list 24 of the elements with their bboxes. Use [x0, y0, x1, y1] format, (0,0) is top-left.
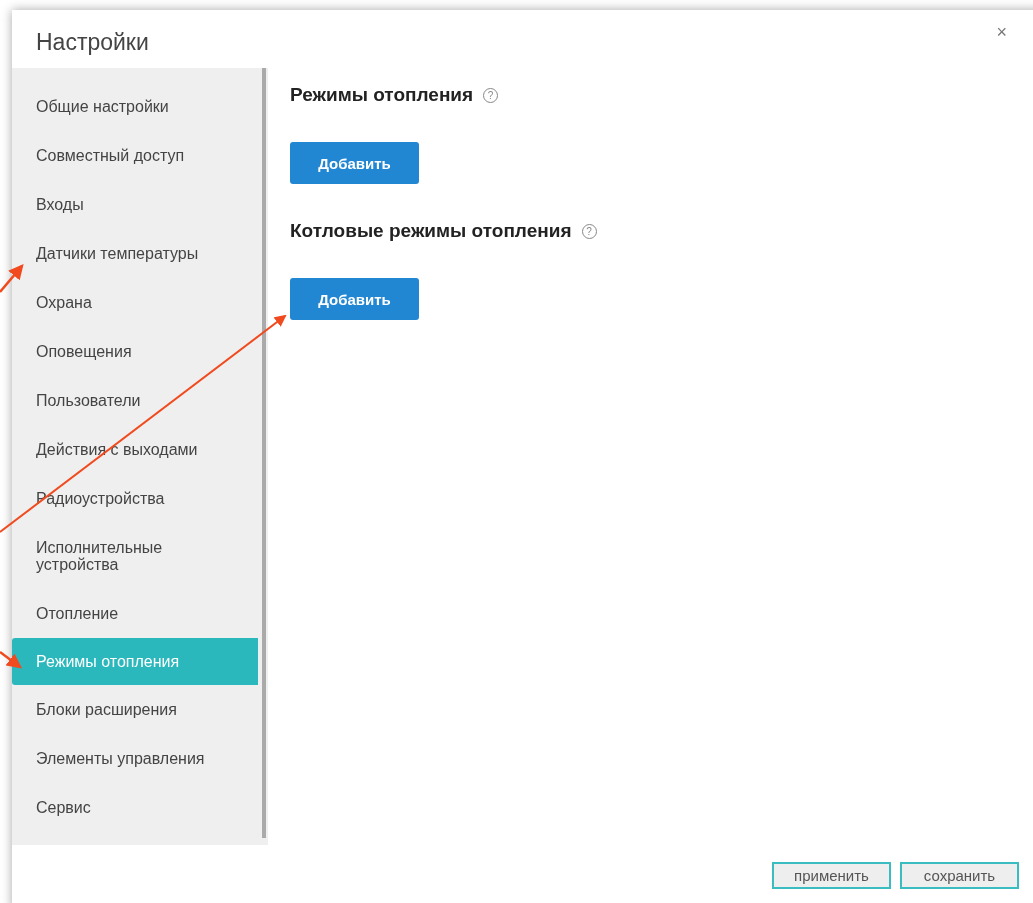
section-title: Режимы отопления — [290, 84, 474, 106]
sidebar-item[interactable]: Блоки расширения — [12, 685, 258, 734]
footer-button[interactable]: сохранить — [900, 862, 1019, 889]
sidebar-item[interactable]: Входы — [12, 180, 258, 229]
footer-button[interactable]: применить — [772, 862, 891, 889]
sidebar-item[interactable]: Общие настройки — [12, 82, 258, 131]
sidebar-item[interactable]: Оповещения — [12, 327, 258, 376]
annotation-arrow — [0, 264, 24, 293]
sidebar-item[interactable]: Исполнительные устройства — [12, 523, 258, 589]
add-button[interactable]: Добавить — [290, 278, 419, 320]
annotation-arrow — [0, 651, 22, 669]
sidebar-item[interactable]: Элементы управления — [12, 734, 258, 783]
dialog-title: Настройки — [36, 28, 149, 56]
close-button[interactable]: × — [994, 21, 1009, 43]
sidebar-item[interactable]: Датчики температуры — [12, 229, 258, 278]
sidebar-item[interactable]: Действия с выходами — [12, 425, 258, 474]
sidebar-item[interactable]: Совместный доступ — [12, 131, 258, 180]
sidebar-item[interactable]: Охрана — [12, 278, 258, 327]
sidebar-item[interactable]: Отопление — [12, 589, 258, 638]
sidebar-item[interactable]: Пользователи — [12, 376, 258, 425]
section-title: Котловые режимы отопления — [290, 220, 572, 242]
add-button[interactable]: Добавить — [290, 142, 419, 184]
scrollbar[interactable] — [262, 68, 266, 838]
sidebar-item[interactable]: Сервис — [12, 783, 258, 832]
